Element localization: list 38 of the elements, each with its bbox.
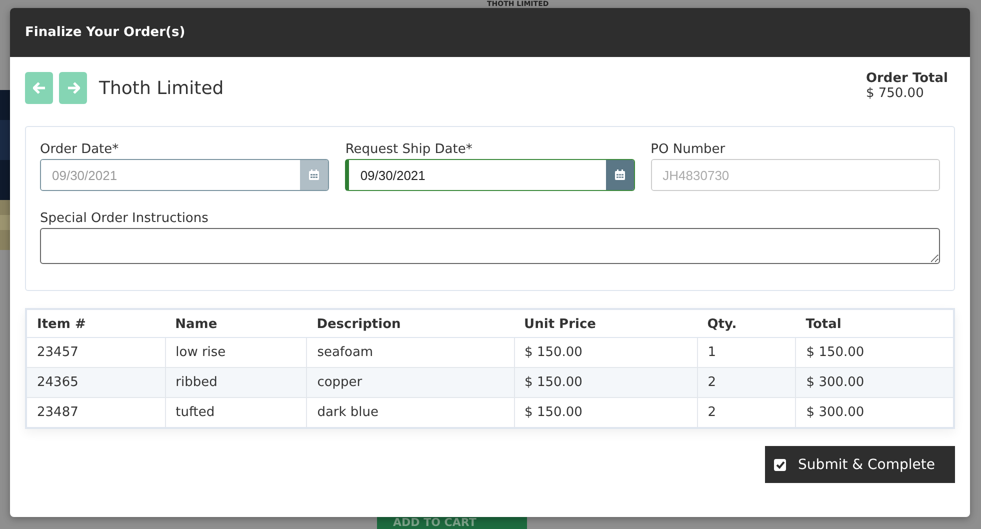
previous-button[interactable] bbox=[25, 72, 53, 104]
dialog-title: Finalize Your Order(s) bbox=[10, 8, 970, 57]
order-total-value: $ 750.00 bbox=[866, 86, 925, 101]
table-cell: copper bbox=[306, 368, 514, 398]
column-header: Qty. bbox=[697, 309, 796, 338]
calendar-button[interactable] bbox=[606, 160, 634, 190]
next-button[interactable] bbox=[59, 72, 87, 104]
table-cell: 2 bbox=[697, 368, 796, 398]
table-cell: $ 150.00 bbox=[514, 398, 698, 428]
column-header: Item # bbox=[26, 309, 166, 338]
arrow-right-icon bbox=[66, 82, 80, 94]
calendar-button[interactable] bbox=[300, 160, 328, 190]
field-label: PO Number bbox=[650, 142, 726, 157]
column-header: Name bbox=[165, 309, 307, 338]
instructions-field[interactable] bbox=[40, 228, 940, 264]
table-cell: ribbed bbox=[165, 368, 307, 398]
table-cell: 2 bbox=[697, 398, 796, 428]
column-header: Unit Price bbox=[514, 309, 698, 338]
field-label: Special Order Instructions bbox=[40, 211, 210, 226]
date-field[interactable]: 09/30/2021 bbox=[345, 159, 635, 191]
table-cell: dark blue bbox=[306, 398, 514, 428]
submit-button[interactable]: Submit & Complete bbox=[765, 446, 955, 483]
column-header: Total bbox=[796, 309, 954, 338]
table-cell: 23487 bbox=[26, 398, 166, 428]
field-label: Request Ship Date* bbox=[345, 142, 474, 157]
table-cell: tufted bbox=[165, 398, 307, 428]
table-cell: $ 300.00 bbox=[796, 368, 954, 398]
arrow-left-icon bbox=[32, 82, 46, 94]
table-cell: $ 150.00 bbox=[514, 368, 698, 398]
order-total-label: Order Total bbox=[866, 71, 948, 86]
text-input[interactable]: JH4830730 bbox=[652, 160, 939, 190]
field-label: Order Date* bbox=[40, 142, 120, 157]
calendar-icon bbox=[308, 169, 320, 181]
calendar-icon bbox=[614, 169, 626, 181]
table-cell: 24365 bbox=[26, 368, 166, 398]
table-cell: $ 300.00 bbox=[796, 398, 954, 428]
customer-name: Thoth Limited bbox=[99, 78, 224, 98]
column-header: Description bbox=[306, 309, 514, 338]
